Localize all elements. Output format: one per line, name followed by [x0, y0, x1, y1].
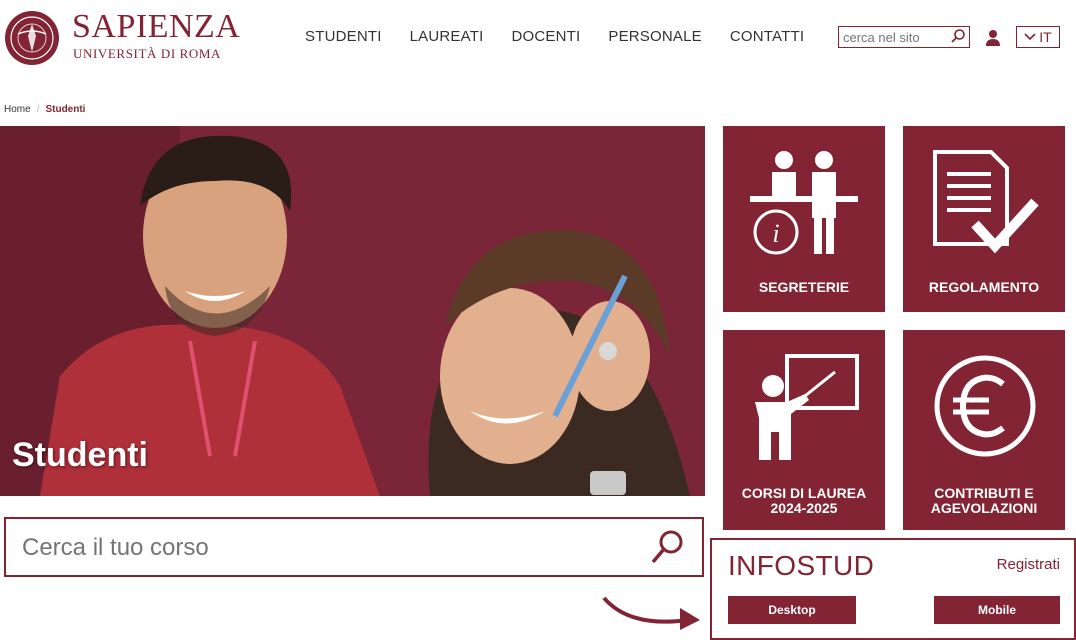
sapienza-seal-icon[interactable]	[4, 6, 60, 70]
main-nav: STUDENTI LAUREATI DOCENTI PERSONALE CONT…	[305, 28, 832, 45]
tile-label-text: CONTRIBUTI E AGEVOLAZIONI	[930, 485, 1038, 516]
document-check-icon	[933, 150, 1039, 254]
tile-label: CONTRIBUTI E AGEVOLAZIONI	[903, 485, 1065, 516]
tile-regolamento[interactable]: REGOLAMENTO	[903, 126, 1065, 312]
tile-corsi-di-laurea[interactable]: CORSI DI LAUREA 2024-2025	[723, 330, 885, 530]
site-header: SAPIENZA UNIVERSITÀ DI ROMA STUDENTI LAU…	[0, 0, 1076, 80]
tile-label-text: CORSI DI LAUREA 2024-2025	[741, 485, 867, 516]
breadcrumb-home[interactable]: Home	[4, 104, 31, 115]
site-search-input[interactable]	[839, 27, 947, 47]
course-search-box	[4, 517, 704, 577]
register-link[interactable]: Registrati	[997, 556, 1060, 573]
tile-contributi[interactable]: CONTRIBUTI E AGEVOLAZIONI	[903, 330, 1065, 530]
teacher-icon	[755, 354, 859, 460]
user-icon[interactable]	[984, 29, 1002, 47]
help-desk-icon: i	[750, 151, 858, 255]
svg-text:i: i	[772, 219, 779, 248]
nav-item-contatti[interactable]: CONTATTI	[730, 28, 804, 45]
desktop-button[interactable]: Desktop	[728, 596, 856, 624]
language-label: IT	[1039, 29, 1052, 45]
hero-title: Studenti	[12, 436, 148, 474]
logo-subtitle[interactable]: UNIVERSITÀ DI ROMA	[73, 46, 221, 62]
search-icon[interactable]	[650, 529, 684, 565]
infostud-title: INFOSTUD	[728, 550, 875, 581]
chevron-down-icon	[1024, 33, 1036, 41]
nav-item-personale[interactable]: PERSONALE	[608, 28, 702, 45]
tile-label: REGOLAMENTO	[928, 279, 1040, 295]
language-selector[interactable]: IT	[1016, 26, 1060, 48]
nav-item-laureati[interactable]: LAUREATI	[410, 28, 484, 45]
tile-label: SEGRETERIE	[758, 279, 850, 295]
nav-item-docenti[interactable]: DOCENTI	[511, 28, 580, 45]
mobile-button[interactable]: Mobile	[934, 596, 1060, 624]
breadcrumb: Home / Studenti	[4, 104, 85, 115]
breadcrumb-separator: /	[36, 104, 40, 115]
infostud-panel: INFOSTUD Registrati Desktop Mobile	[710, 538, 1076, 640]
breadcrumb-current: Studenti	[45, 104, 86, 115]
search-icon[interactable]	[950, 28, 966, 44]
course-search-input[interactable]	[20, 531, 624, 565]
logo-name[interactable]: SAPIENZA	[72, 10, 240, 44]
site-search-box	[838, 26, 970, 48]
tile-segreterie[interactable]: i SEGRETERIE	[723, 126, 885, 312]
nav-item-studenti[interactable]: STUDENTI	[305, 28, 382, 45]
tile-label: CORSI DI LAUREA 2024-2025	[723, 485, 885, 516]
curved-arrow-icon	[602, 596, 700, 630]
euro-icon	[934, 355, 1036, 457]
